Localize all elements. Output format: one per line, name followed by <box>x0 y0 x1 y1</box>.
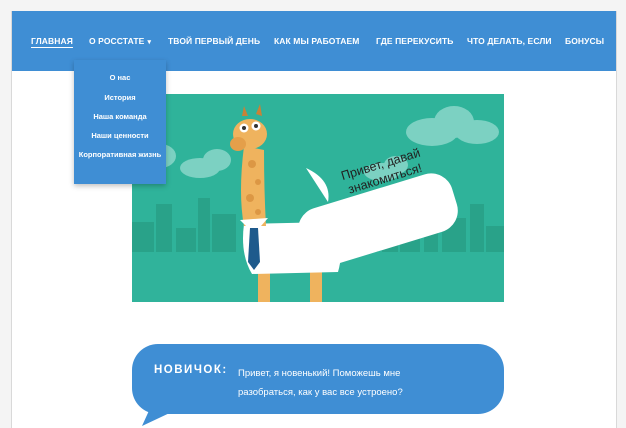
nav-item-first-day[interactable]: ТВОЙ ПЕРВЫЙ ДЕНЬ <box>168 36 260 46</box>
nav-item-what-to-do[interactable]: ЧТО ДЕЛАТЬ, ЕСЛИ <box>467 36 552 46</box>
page: ГЛАВНАЯ О РОССТАТЕ ▾ ТВОЙ ПЕРВЫЙ ДЕНЬ КАК… <box>11 11 617 428</box>
chat-message: Привет, я новенький! Поможешь мне разобр… <box>238 368 403 398</box>
nav-item-about-label: О РОССТАТЕ <box>89 36 145 46</box>
nav-item-how-we-work[interactable]: КАК МЫ РАБОТАЕМ <box>274 36 359 46</box>
dropdown-item-values[interactable]: Наши ценности <box>78 130 162 141</box>
nav-item-where-to-eat[interactable]: ГДЕ ПЕРЕКУСИТЬ <box>376 36 453 46</box>
nav-item-bonuses[interactable]: БОНУСЫ <box>565 36 604 46</box>
dropdown-item-team[interactable]: Наша команда <box>78 111 162 122</box>
dropdown-item-corporate-life[interactable]: Корпоративная жизнь <box>78 149 162 160</box>
nav-item-about[interactable]: О РОССТАТЕ ▾ <box>89 36 151 46</box>
chat-author: НОВИЧОК: <box>154 364 228 376</box>
nav-item-home[interactable]: ГЛАВНАЯ <box>31 36 73 46</box>
dropdown-item-history[interactable]: История <box>78 92 162 103</box>
chevron-down-icon: ▾ <box>147 39 152 46</box>
about-dropdown-menu: О нас История Наша команда Наши ценности… <box>74 60 166 184</box>
chat-bubble: НОВИЧОК: Привет, я новенький! Поможешь м… <box>132 344 504 426</box>
dropdown-item-about-us[interactable]: О нас <box>78 72 162 83</box>
